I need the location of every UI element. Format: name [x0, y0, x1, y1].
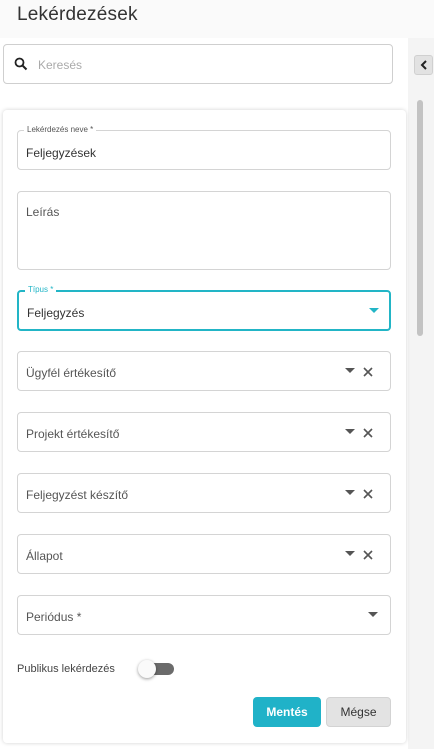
public-query-label: Publikus lekérdezés	[17, 663, 115, 675]
chevron-left-icon	[420, 60, 427, 70]
caret-down-icon[interactable]	[345, 368, 355, 373]
close-icon[interactable]	[362, 366, 374, 378]
period-placeholder: Periódus *	[26, 610, 82, 624]
client-rep-placeholder: Ügyfél értékesítő	[26, 366, 117, 380]
client-rep-select[interactable]: Ügyfél értékesítő	[17, 351, 391, 391]
query-name-field[interactable]: Lekérdezés neve * Feljegyzések	[17, 125, 391, 170]
close-icon[interactable]	[362, 549, 374, 561]
caret-down-icon[interactable]	[368, 612, 378, 617]
close-icon[interactable]	[362, 427, 374, 439]
caret-down-icon[interactable]	[345, 429, 355, 434]
caret-down-icon[interactable]	[369, 308, 379, 313]
type-label: Típus *	[25, 285, 57, 295]
page-title: Lekérdezések	[17, 4, 138, 25]
type-select[interactable]: Típus * Feljegyzés	[17, 285, 391, 331]
toggle-knob	[138, 660, 156, 678]
period-select[interactable]: Periódus *	[17, 595, 391, 635]
query-name-label: Lekérdezés neve *	[24, 125, 97, 135]
type-value: Feljegyzés	[27, 306, 85, 320]
description-placeholder: Leírás	[26, 205, 60, 219]
collapse-button[interactable]	[414, 55, 433, 75]
note-creator-placeholder: Feljegyzést készítő	[26, 488, 129, 502]
note-creator-select[interactable]: Feljegyzést készítő	[17, 473, 391, 513]
save-button[interactable]: Mentés	[253, 697, 321, 727]
caret-down-icon[interactable]	[345, 551, 355, 556]
header: Lekérdezések	[0, 0, 434, 38]
public-query-toggle[interactable]	[138, 660, 174, 678]
project-rep-select[interactable]: Projekt értékesítő	[17, 412, 391, 452]
search-icon	[14, 57, 28, 71]
caret-down-icon[interactable]	[345, 490, 355, 495]
description-field[interactable]: Leírás	[17, 191, 391, 270]
query-name-value: Feljegyzések	[26, 146, 97, 160]
search-input[interactable]	[38, 53, 378, 77]
project-rep-placeholder: Projekt értékesítő	[26, 427, 120, 441]
search-box	[3, 44, 393, 84]
scrollbar[interactable]	[417, 100, 423, 336]
status-select[interactable]: Állapot	[17, 534, 391, 574]
cancel-button[interactable]: Mégse	[326, 697, 391, 727]
status-placeholder: Állapot	[26, 549, 63, 563]
close-icon[interactable]	[362, 488, 374, 500]
